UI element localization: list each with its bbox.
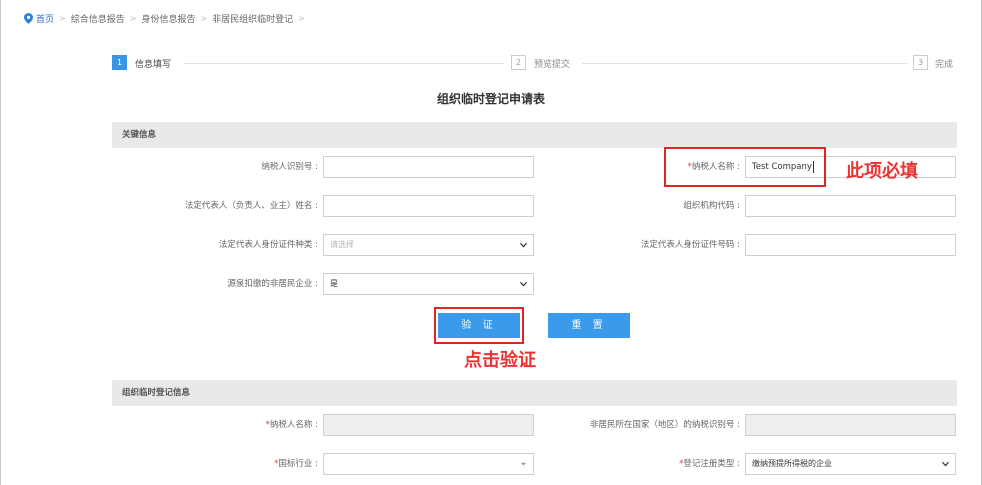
reset-button[interactable]: 重 置: [548, 313, 630, 338]
step-divider: [184, 63, 504, 64]
breadcrumb-item-comprehensive-report[interactable]: 综合信息报告: [71, 12, 125, 25]
id-number-input[interactable]: [745, 234, 956, 256]
breadcrumb-separator: >: [129, 13, 137, 23]
section-header-key-info: 关键信息: [112, 122, 957, 148]
reg-taxpayer-name-input[interactable]: [323, 414, 534, 436]
breadcrumb-separator: >: [298, 13, 305, 23]
breadcrumb-separator: >: [59, 13, 66, 23]
withholding-label: 源泉扣缴的非居民企业 :: [227, 279, 318, 289]
foreign-tax-id-input[interactable]: [745, 414, 956, 436]
id-type-select[interactable]: 请选择: [323, 234, 534, 256]
breadcrumb: 首页 > 综合信息报告 > 身份信息报告 > 非居民组织临时登记 >: [24, 11, 310, 25]
industry-label-text: 国标行业 :: [278, 459, 318, 469]
step-2-number: 2: [511, 55, 526, 70]
industry-select[interactable]: [323, 453, 534, 475]
id-type-label: 法定代表人身份证件种类 :: [218, 240, 318, 250]
org-code-label: 组织机构代码 :: [683, 201, 740, 211]
required-highlight-box: [664, 147, 826, 187]
required-annotation: 此项必填: [846, 161, 918, 182]
legal-rep-name-input[interactable]: [323, 195, 534, 217]
id-number-label: 法定代表人身份证件号码 :: [640, 240, 740, 250]
reg-type-label: *登记注册类型 :: [560, 453, 740, 475]
breadcrumb-separator: >: [200, 13, 208, 23]
step-divider: [582, 63, 907, 64]
form-title: 组织临时登记申请表: [436, 92, 545, 106]
breadcrumb-item-identity-report[interactable]: 身份信息报告: [141, 12, 195, 25]
step-1-label: 信息填写: [135, 60, 172, 70]
step-3-number: 3: [913, 55, 928, 70]
reg-type-select[interactable]: 缴纳预提所得税的企业: [745, 453, 956, 475]
verify-highlight-box: [434, 307, 524, 344]
id-type-placeholder: 请选择: [330, 240, 354, 249]
section-header-registration-info: 组织临时登记信息: [112, 380, 957, 406]
taxpayer-id-input[interactable]: [323, 156, 534, 178]
chevron-down-icon: [520, 281, 527, 287]
chevron-down-icon: [942, 461, 949, 467]
breadcrumb-home-link[interactable]: 首页: [36, 12, 54, 25]
breadcrumb-item-temp-registration: 非居民组织临时登记: [212, 14, 294, 25]
reg-taxpayer-name-label: *纳税人名称 :: [150, 414, 318, 436]
foreign-tax-id-label: 非居民所在国家（地区）的纳税识别号 :: [589, 420, 740, 430]
taxpayer-id-label: 纳税人识别号 :: [261, 162, 318, 172]
industry-label: *国标行业 :: [150, 453, 318, 475]
step-2-label: 预览提交: [534, 60, 571, 70]
click-verify-annotation: 点击验证: [464, 350, 536, 371]
reg-type-label-text: 登记注册类型 :: [683, 459, 740, 469]
chevron-down-icon: [520, 242, 527, 248]
withholding-value: 是: [330, 279, 338, 288]
caret-down-icon: [520, 462, 527, 466]
step-3-label: 完成: [935, 60, 954, 70]
legal-rep-name-label: 法定代表人（负责人、业主）姓名 :: [184, 201, 318, 211]
step-1-number: 1: [112, 55, 127, 70]
step-progress: 1 信息填写 2 预览提交 3 完成: [112, 55, 957, 72]
reg-taxpayer-name-label-text: 纳税人名称 :: [269, 420, 318, 430]
location-pin-icon: [24, 12, 33, 24]
reg-type-value: 缴纳预提所得税的企业: [752, 459, 832, 468]
org-code-input[interactable]: [745, 195, 956, 217]
withholding-select[interactable]: 是: [323, 273, 534, 295]
